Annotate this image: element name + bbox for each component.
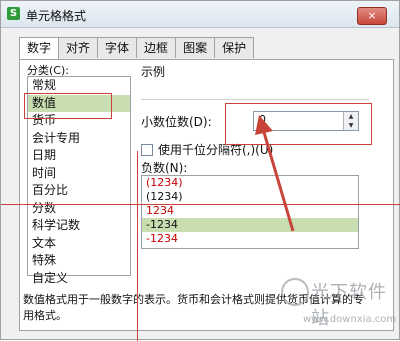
thousands-separator-checkbox[interactable] <box>141 143 153 156</box>
category-item[interactable]: 特殊 <box>28 252 130 270</box>
title-bar: S 单元格格式 × <box>1 1 399 28</box>
category-item[interactable]: 分数 <box>28 200 130 218</box>
close-icon: × <box>367 9 377 22</box>
close-button[interactable]: × <box>357 7 387 25</box>
category-item[interactable]: 百分比 <box>28 182 130 200</box>
dialog-title: 单元格格式 <box>26 9 87 23</box>
category-item[interactable]: 时间 <box>28 165 130 183</box>
tab-pattern[interactable]: 图案 <box>175 37 216 58</box>
annotation-highlight-category <box>24 93 112 119</box>
tab-number[interactable]: 数字 <box>19 37 60 60</box>
annotation-arrow-icon <box>255 115 295 232</box>
category-item[interactable]: 科学记数 <box>28 217 130 235</box>
tab-bar: 数字 对齐 字体 边框 图案 保护 <box>19 37 255 60</box>
app-icon: S <box>7 7 20 20</box>
category-item[interactable]: 自定义 <box>28 270 130 288</box>
tab-alignment[interactable]: 对齐 <box>58 37 99 58</box>
negative-numbers-label: 负数(N): <box>141 161 188 175</box>
sample-label: 示例 <box>141 65 166 79</box>
annotation-guide-line <box>137 151 138 341</box>
category-item[interactable]: 会计专用 <box>28 130 130 148</box>
tab-font[interactable]: 字体 <box>97 37 138 58</box>
category-item[interactable]: 文本 <box>28 235 130 253</box>
format-cells-dialog: S 单元格格式 × 数字 对齐 字体 边框 图案 保护 分类(C): 常规 数值… <box>0 0 400 341</box>
sample-preview <box>141 79 369 100</box>
format-description: 数值格式用于一般数字的表示。货币和会计格式则提供货币值计算的专用格式。 <box>23 293 364 322</box>
category-item[interactable]: 日期 <box>28 147 130 165</box>
tab-protection[interactable]: 保护 <box>214 37 255 58</box>
tab-border[interactable]: 边框 <box>136 37 177 58</box>
annotation-guide-line <box>1 204 400 205</box>
category-item[interactable]: 常规 <box>28 77 130 95</box>
decimal-places-label: 小数位数(D): <box>141 115 212 129</box>
